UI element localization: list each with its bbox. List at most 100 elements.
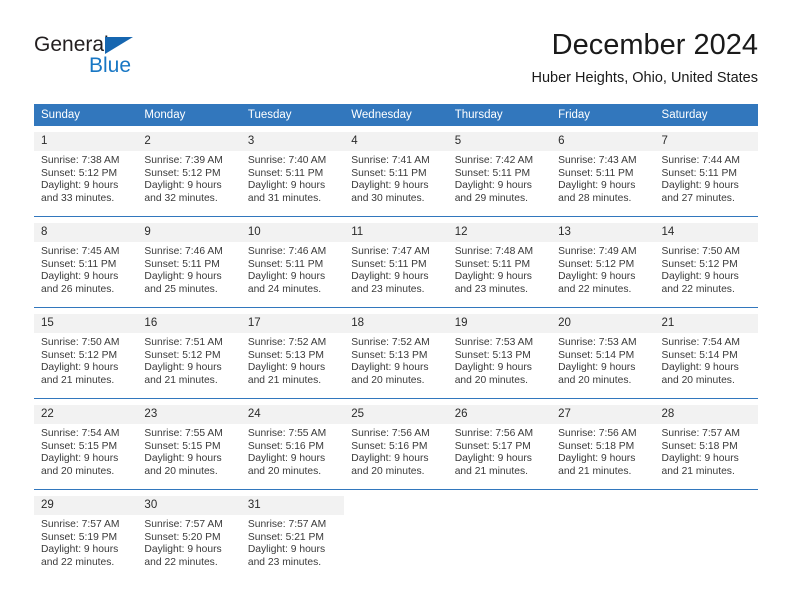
calendar-day-cell[interactable]: 23 Sunrise: 7:55 AM Sunset: 5:15 PM Dayligh… <box>137 398 241 490</box>
calendar-day-cell[interactable]: 13 Sunrise: 7:49 AM Sunset: 5:12 PM Dayligh… <box>551 216 655 308</box>
calendar-day-cell[interactable]: 2 Sunrise: 7:39 AM Sunset: 5:12 PM Daylight… <box>137 126 241 217</box>
day-number: 27 <box>551 405 655 424</box>
calendar-day-cell[interactable]: 14 Sunrise: 7:50 AM Sunset: 5:12 PM Dayligh… <box>654 216 758 308</box>
day-sunrise-text: Sunrise: 7:56 AM <box>454 428 534 439</box>
day-details: Sunrise: 7:56 AM Sunset: 5:16 PM Daylight:… <box>344 424 447 478</box>
day-number: 30 <box>137 496 241 515</box>
calendar-day-cell[interactable]: 11 Sunrise: 7:47 AM Sunset: 5:11 PM Dayligh… <box>344 216 448 308</box>
calendar-day-cell[interactable]: 16 Sunrise: 7:51 AM Sunset: 5:12 PM Dayligh… <box>137 307 241 399</box>
calendar-day-cell[interactable]: 6 Sunrise: 7:43 AM Sunset: 5:11 PM Daylight… <box>551 126 655 217</box>
page-header: General Blue December 2024 Huber Heights… <box>0 0 792 100</box>
day-sunrise-text: Sunrise: 7:55 AM <box>144 428 223 439</box>
day-sunrise-text: Sunrise: 7:57 AM <box>144 519 223 530</box>
calendar-day-cell[interactable]: 25 Sunrise: 7:56 AM Sunset: 5:16 PM Dayligh… <box>344 398 448 490</box>
location-subtitle: Huber Heights, Ohio, United States <box>531 70 758 86</box>
calendar-day-cell[interactable]: 10 Sunrise: 7:46 AM Sunset: 5:11 PM Dayligh… <box>240 216 345 308</box>
day-cell-inner: 14 Sunrise: 7:50 AM Sunset: 5:12 PM Dayligh… <box>654 223 758 307</box>
day-daylight-line1-text: Daylight: 9 hours <box>661 271 739 283</box>
calendar-day-cell[interactable]: 22 Sunrise: 7:54 AM Sunset: 5:15 PM Dayligh… <box>34 398 138 490</box>
calendar-day-cell[interactable]: 8 Sunrise: 7:45 AM Sunset: 5:11 PM Daylight… <box>34 216 138 308</box>
day-cell-inner: 1 Sunrise: 7:38 AM Sunset: 5:12 PM Daylight… <box>34 132 138 216</box>
day-cell-inner: 30 Sunrise: 7:57 AM Sunset: 5:20 PM Dayligh… <box>137 496 241 580</box>
day-sunset-text: Sunset: 5:12 PM <box>144 349 221 361</box>
day-sunrise-text: Sunrise: 7:57 AM <box>247 519 327 530</box>
calendar-body: 1 Sunrise: 7:38 AM Sunset: 5:12 PM Daylight… <box>34 126 758 580</box>
calendar-day-cell[interactable]: 15 Sunrise: 7:50 AM Sunset: 5:12 PM Dayligh… <box>34 307 138 399</box>
weekday-header-monday: Monday <box>137 104 241 126</box>
generalblue-logo[interactable]: General Blue <box>34 33 234 85</box>
day-cell-inner: 26 Sunrise: 7:56 AM Sunset: 5:17 PM Dayligh… <box>447 405 552 489</box>
day-number: 15 <box>34 314 138 333</box>
calendar-day-cell[interactable]: 31 Sunrise: 7:57 AM Sunset: 5:21 PM Dayligh… <box>240 489 345 580</box>
day-number: 14 <box>654 223 758 242</box>
day-details: Sunrise: 7:46 AM Sunset: 5:11 PM Daylight:… <box>137 242 240 296</box>
day-daylight-line2-text: and 22 minutes. <box>144 556 218 568</box>
calendar-day-cell[interactable]: 4 Sunrise: 7:41 AM Sunset: 5:11 PM Daylight… <box>344 126 448 217</box>
day-number: 31 <box>240 496 345 515</box>
day-daylight-line1-text: Daylight: 9 hours <box>247 362 326 374</box>
calendar-day-cell[interactable]: 26 Sunrise: 7:56 AM Sunset: 5:17 PM Dayligh… <box>447 398 552 490</box>
day-number: 17 <box>240 314 345 333</box>
day-number: 19 <box>447 314 552 333</box>
day-sunrise-text: Sunrise: 7:44 AM <box>661 155 740 166</box>
day-daylight-line2-text: and 21 minutes. <box>247 374 322 386</box>
day-sunrise-text: Sunrise: 7:51 AM <box>144 337 223 348</box>
calendar-day-cell[interactable]: 27 Sunrise: 7:56 AM Sunset: 5:18 PM Dayligh… <box>551 398 655 490</box>
day-sunset-text: Sunset: 5:12 PM <box>41 167 118 179</box>
calendar-day-cell[interactable]: 28 Sunrise: 7:57 AM Sunset: 5:18 PM Dayligh… <box>654 398 758 490</box>
calendar-day-cell[interactable]: 5 Sunrise: 7:42 AM Sunset: 5:11 PM Daylight… <box>447 126 552 217</box>
day-number: 2 <box>137 132 241 151</box>
day-daylight-line1-text: Daylight: 9 hours <box>144 362 222 374</box>
day-cell-inner: 5 Sunrise: 7:42 AM Sunset: 5:11 PM Daylight… <box>447 132 552 216</box>
calendar-day-cell[interactable]: 1 Sunrise: 7:38 AM Sunset: 5:12 PM Daylight… <box>34 126 138 217</box>
day-daylight-line1-text: Daylight: 9 hours <box>558 362 636 374</box>
day-daylight-line2-text: and 29 minutes. <box>454 192 528 204</box>
day-sunrise-text: Sunrise: 7:39 AM <box>144 155 223 166</box>
calendar-day-cell[interactable]: 18 Sunrise: 7:52 AM Sunset: 5:13 PM Dayligh… <box>344 307 448 399</box>
day-number: 28 <box>654 405 758 424</box>
calendar-day-cell[interactable]: 7 Sunrise: 7:44 AM Sunset: 5:11 PM Daylight… <box>654 126 758 217</box>
day-daylight-line2-text: and 20 minutes. <box>144 465 218 477</box>
calendar-day-cell[interactable]: 12 Sunrise: 7:48 AM Sunset: 5:11 PM Dayligh… <box>447 216 552 308</box>
calendar-day-cell[interactable]: 30 Sunrise: 7:57 AM Sunset: 5:20 PM Dayligh… <box>137 489 241 580</box>
day-cell-inner: 19 Sunrise: 7:53 AM Sunset: 5:13 PM Dayligh… <box>447 314 552 398</box>
day-sunset-text: Sunset: 5:16 PM <box>247 440 324 452</box>
calendar-day-cell[interactable]: 21 Sunrise: 7:54 AM Sunset: 5:14 PM Dayligh… <box>654 307 758 399</box>
calendar-week-row: 8 Sunrise: 7:45 AM Sunset: 5:11 PM Daylight… <box>34 216 758 308</box>
day-details: Sunrise: 7:50 AM Sunset: 5:12 PM Daylight:… <box>34 333 137 387</box>
title-block: December 2024 Huber Heights, Ohio, Unite… <box>532 28 758 87</box>
day-sunrise-text: Sunrise: 7:46 AM <box>144 246 223 257</box>
day-details: Sunrise: 7:56 AM Sunset: 5:18 PM Daylight:… <box>551 424 654 478</box>
day-daylight-line2-text: and 31 minutes. <box>247 192 322 204</box>
day-number <box>448 496 551 515</box>
day-sunrise-text: Sunrise: 7:54 AM <box>41 428 120 439</box>
day-details: Sunrise: 7:42 AM Sunset: 5:11 PM Daylight:… <box>448 151 551 205</box>
day-cell-inner: 31 Sunrise: 7:57 AM Sunset: 5:21 PM Dayligh… <box>240 496 345 580</box>
day-details: Sunrise: 7:57 AM Sunset: 5:20 PM Daylight:… <box>137 515 240 569</box>
day-sunrise-text: Sunrise: 7:57 AM <box>41 519 120 530</box>
calendar-day-cell[interactable]: 29 Sunrise: 7:57 AM Sunset: 5:19 PM Dayligh… <box>34 489 138 580</box>
day-daylight-line2-text: and 20 minutes. <box>351 374 425 386</box>
day-daylight-line1-text: Daylight: 9 hours <box>247 180 326 192</box>
day-cell-inner: 23 Sunrise: 7:55 AM Sunset: 5:15 PM Dayligh… <box>137 405 241 489</box>
calendar-day-cell[interactable]: 20 Sunrise: 7:53 AM Sunset: 5:14 PM Dayligh… <box>551 307 655 399</box>
day-cell-inner: 24 Sunrise: 7:55 AM Sunset: 5:16 PM Dayligh… <box>240 405 345 489</box>
day-cell-inner: 20 Sunrise: 7:53 AM Sunset: 5:14 PM Dayligh… <box>551 314 655 398</box>
day-sunset-text: Sunset: 5:12 PM <box>144 167 221 179</box>
day-sunrise-text: Sunrise: 7:48 AM <box>454 246 534 257</box>
day-daylight-line1-text: Daylight: 9 hours <box>351 271 429 283</box>
calendar-day-cell[interactable]: 17 Sunrise: 7:52 AM Sunset: 5:13 PM Dayligh… <box>240 307 345 399</box>
calendar-day-cell[interactable]: 9 Sunrise: 7:46 AM Sunset: 5:11 PM Daylight… <box>137 216 241 308</box>
day-sunset-text: Sunset: 5:11 PM <box>41 258 117 270</box>
calendar-day-cell[interactable]: 24 Sunrise: 7:55 AM Sunset: 5:16 PM Dayligh… <box>240 398 345 490</box>
calendar-day-cell-empty <box>344 489 448 580</box>
calendar-day-cell-empty <box>551 489 655 580</box>
day-sunrise-text: Sunrise: 7:57 AM <box>661 428 740 439</box>
calendar-day-cell[interactable]: 19 Sunrise: 7:53 AM Sunset: 5:13 PM Dayligh… <box>447 307 552 399</box>
day-number: 22 <box>34 405 138 424</box>
day-details: Sunrise: 7:48 AM Sunset: 5:11 PM Daylight:… <box>448 242 551 296</box>
weekday-header-sunday: Sunday <box>34 104 138 126</box>
calendar-day-cell[interactable]: 3 Sunrise: 7:40 AM Sunset: 5:11 PM Daylight… <box>240 126 345 217</box>
page-title: December 2024 <box>551 29 758 61</box>
day-sunrise-text: Sunrise: 7:50 AM <box>41 337 120 348</box>
